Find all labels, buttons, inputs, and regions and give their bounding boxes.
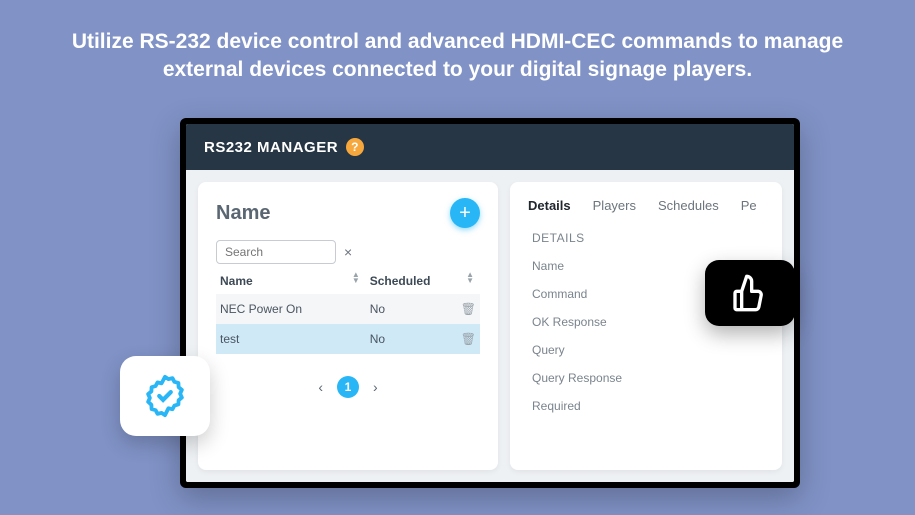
col-scheduled-header[interactable]: Scheduled ▲▼ [366,268,480,294]
thumb-badge [705,260,795,326]
page-number[interactable]: 1 [337,376,359,398]
sort-icon[interactable]: ▲▼ [466,272,474,284]
pager: ‹ 1 › [216,376,480,398]
table-row[interactable]: test No 🗑 [216,324,480,354]
thumbs-up-icon [730,273,770,313]
tab-details[interactable]: Details [528,198,571,213]
tab-players[interactable]: Players [593,198,636,213]
details-panel: Details Players Schedules Pe DETAILS Nam… [510,182,782,470]
list-title: Name [216,202,270,225]
col-name-label: Name [220,274,253,288]
col-name-header[interactable]: Name ▲▼ [216,268,366,294]
titlebar: RS232 MANAGER ? [186,124,794,170]
cell-scheduled: No 🗑 [366,324,480,354]
field-label: Required [532,399,764,413]
app-screen: RS232 MANAGER ? Name + × Name [186,124,794,482]
details-section-header: DETAILS [532,231,764,245]
col-scheduled-label: Scheduled [370,274,431,288]
commands-table: Name ▲▼ Scheduled ▲▼ NEC Power On [216,268,480,354]
gear-badge [120,356,210,436]
tab-permissions[interactable]: Pe [741,198,757,213]
add-button[interactable]: + [450,198,480,228]
tabs: Details Players Schedules Pe [528,198,764,213]
app-title: RS232 MANAGER [204,139,338,156]
prev-page-button[interactable]: ‹ [318,379,323,395]
table-row[interactable]: NEC Power On No 🗑 [216,294,480,324]
help-icon[interactable]: ? [346,138,364,156]
headline: Utilize RS-232 device control and advanc… [0,0,915,85]
sort-icon[interactable]: ▲▼ [352,272,360,284]
trash-icon[interactable]: 🗑 [461,332,476,346]
trash-icon[interactable]: 🗑 [461,302,476,316]
cell-scheduled: No 🗑 [366,294,480,324]
field-label: Query Response [532,371,764,385]
search-input[interactable] [216,240,336,264]
field-label: Query [532,343,764,357]
cell-name: test [216,324,366,354]
cell-name: NEC Power On [216,294,366,324]
tab-schedules[interactable]: Schedules [658,198,719,213]
clear-search-icon[interactable]: × [344,244,352,260]
list-panel: Name + × Name ▲▼ [198,182,498,470]
next-page-button[interactable]: › [373,379,378,395]
content-area: Name + × Name ▲▼ [186,170,794,482]
gear-check-icon [142,373,188,419]
